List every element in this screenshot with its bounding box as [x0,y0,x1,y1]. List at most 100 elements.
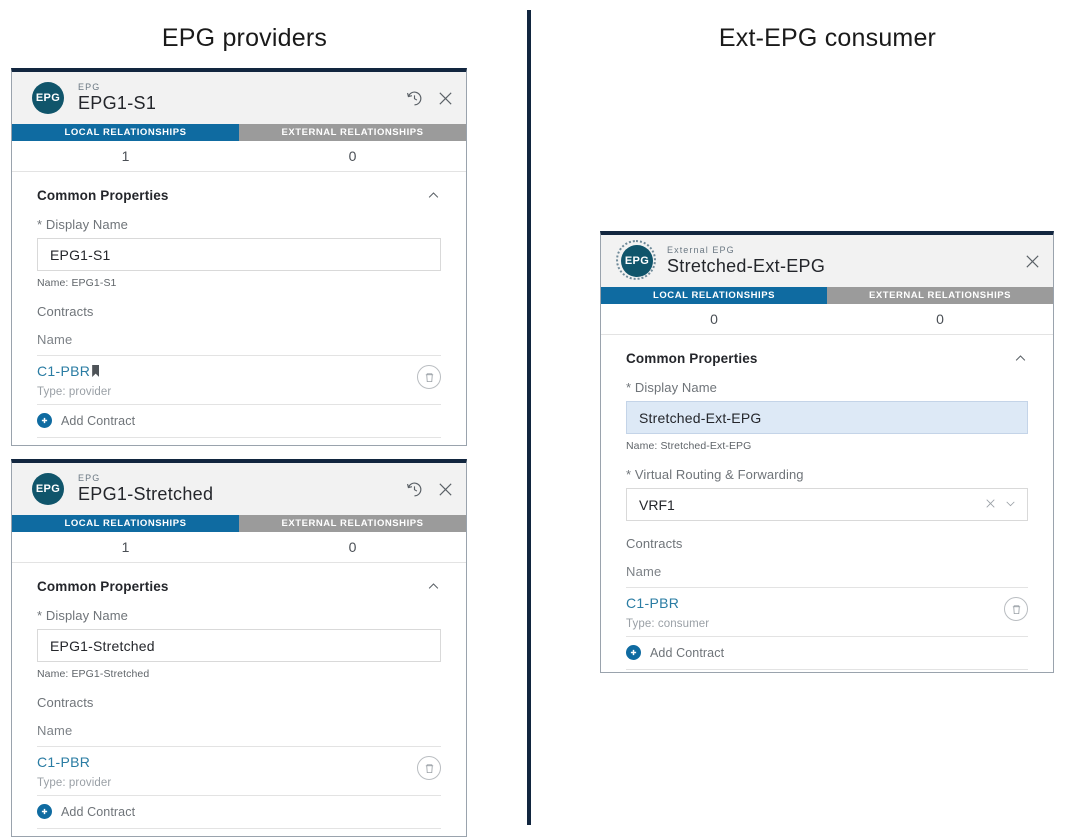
relationship-tabs: LOCAL RELATIONSHIPS EXTERNAL RELATIONSHI… [12,515,466,532]
display-name-input[interactable]: EPG1-S1 [37,238,441,271]
card-body: Common Properties * Display Name EPG1-S1… [12,172,466,438]
contracts-label: Contracts [37,695,94,710]
contracts-name-column-header: Name [37,332,73,347]
relationship-counts: 1 0 [12,141,466,172]
chevron-up-icon[interactable] [426,188,441,203]
add-contract-button[interactable]: Add Contract [37,404,441,438]
contract-link[interactable]: C1-PBR [37,363,100,379]
contract-name-text: C1-PBR [626,595,680,611]
contract-row: C1-PBR Type: consumer [626,587,1028,636]
common-properties-header: Common Properties [37,188,441,203]
close-icon[interactable] [1024,253,1041,270]
external-relationships-count: 0 [348,148,357,164]
page-title-epg-providers: EPG providers [161,24,328,52]
contract-link[interactable]: C1-PBR [37,754,90,770]
tab-external-relationships[interactable]: EXTERNAL RELATIONSHIPS [239,124,466,141]
add-contract-button[interactable]: Add Contract [626,636,1028,670]
local-relationships-count: 0 [710,311,718,327]
contract-link[interactable]: C1-PBR [626,595,679,611]
chevron-up-icon[interactable] [1013,351,1028,366]
relationship-tabs: LOCAL RELATIONSHIPS EXTERNAL RELATIONSHI… [12,124,466,141]
display-name-input[interactable]: EPG1-Stretched [37,629,441,662]
delete-contract-button[interactable] [417,756,441,780]
contract-row: C1-PBR Type: provider [37,355,441,404]
common-properties-title: Common Properties [37,188,169,203]
tab-external-relationships[interactable]: EXTERNAL RELATIONSHIPS [239,515,466,532]
close-icon[interactable] [437,481,454,498]
common-properties-header: Common Properties [626,351,1028,366]
chevron-down-icon[interactable] [1004,497,1017,513]
plus-icon [37,804,52,819]
card-title: EPG1-Stretched [78,483,214,504]
card-epg1-stretched: EPG EPG EPG1-Stretched LOCAL RELATIONSHI… [11,459,467,837]
local-relationships-count: 1 [121,148,130,164]
card-kicker: EPG [78,473,101,484]
add-contract-label: Add Contract [61,413,136,428]
card-epg1-s1: EPG EPG EPG1-S1 LOCAL RELATIONSHIPS EXTE [11,68,467,446]
vertical-divider [527,10,531,825]
page-title-ext-epg-consumer: Ext-EPG consumer [718,24,937,52]
card-header-text: External EPG Stretched-Ext-EPG [667,245,826,276]
add-contract-button[interactable]: Add Contract [37,795,441,829]
chevron-up-icon[interactable] [426,579,441,594]
display-name-value: EPG1-S1 [50,246,111,263]
card-header-actions [406,90,454,107]
vrf-value: VRF1 [639,496,675,513]
tab-external-relationships[interactable]: EXTERNAL RELATIONSHIPS [827,287,1053,304]
display-name-label: * Display Name [37,608,128,623]
history-icon[interactable] [406,90,423,107]
epg-avatar-icon: EPG [32,473,64,505]
card-header-text: EPG EPG1-S1 [78,82,156,112]
external-relationships-count: 0 [936,311,944,327]
card-body: Common Properties * Display Name Stretch… [601,335,1053,670]
vrf-select[interactable]: VRF1 [626,488,1028,521]
card-header: EPG External EPG Stretched-Ext-EPG [601,235,1053,287]
close-icon[interactable] [437,90,454,107]
plus-icon [626,645,641,660]
contract-type-text: Type: provider [37,386,112,398]
relationship-counts: 1 0 [12,532,466,563]
contract-name-text: C1-PBR [37,363,91,379]
tab-local-relationships[interactable]: LOCAL RELATIONSHIPS [12,515,239,532]
card-header-actions [1024,253,1041,270]
card-stretched-ext-epg: EPG External EPG Stretched-Ext-EPG LOCAL… [600,231,1054,673]
display-name-value: EPG1-Stretched [50,637,155,654]
tab-local-relationships[interactable]: LOCAL RELATIONSHIPS [601,287,827,304]
contracts-name-column-header: Name [626,564,662,579]
delete-contract-button[interactable] [1004,597,1028,621]
card-kicker: EPG [78,82,101,93]
vrf-select-icons [984,497,1017,513]
contract-info: C1-PBR Type: provider [37,363,417,398]
contracts-label: Contracts [37,304,94,319]
card-body: Common Properties * Display Name EPG1-St… [12,563,466,829]
contract-type-text: Type: consumer [626,618,710,630]
plus-icon [37,413,52,428]
add-contract-label: Add Contract [650,645,725,660]
common-properties-header: Common Properties [37,579,441,594]
display-name-value: Stretched-Ext-EPG [639,409,762,426]
relationship-tabs: LOCAL RELATIONSHIPS EXTERNAL RELATIONSHI… [601,287,1053,304]
display-name-label: * Display Name [626,380,717,395]
contracts-name-column-header: Name [37,723,73,738]
card-header: EPG EPG EPG1-Stretched [12,463,466,515]
display-name-input[interactable]: Stretched-Ext-EPG [626,401,1028,434]
vrf-label: * Virtual Routing & Forwarding [626,467,804,482]
history-icon[interactable] [406,481,423,498]
card-title: Stretched-Ext-EPG [667,255,826,276]
clear-icon[interactable] [984,497,997,513]
delete-contract-button[interactable] [417,365,441,389]
contract-info: C1-PBR Type: provider [37,754,417,789]
contract-type-text: Type: provider [37,777,112,789]
card-header-actions [406,481,454,498]
card-kicker: External EPG [667,245,735,256]
tab-local-relationships[interactable]: LOCAL RELATIONSHIPS [12,124,239,141]
add-contract-label: Add Contract [61,804,136,819]
name-helper-text: Name: Stretched-Ext-EPG [626,440,752,452]
epg-avatar-icon: EPG [32,82,64,114]
contracts-label: Contracts [626,536,683,551]
common-properties-title: Common Properties [626,351,758,366]
common-properties-title: Common Properties [37,579,169,594]
card-header: EPG EPG EPG1-S1 [12,72,466,124]
local-relationships-count: 1 [121,539,130,555]
avatar-label: EPG [35,483,61,495]
